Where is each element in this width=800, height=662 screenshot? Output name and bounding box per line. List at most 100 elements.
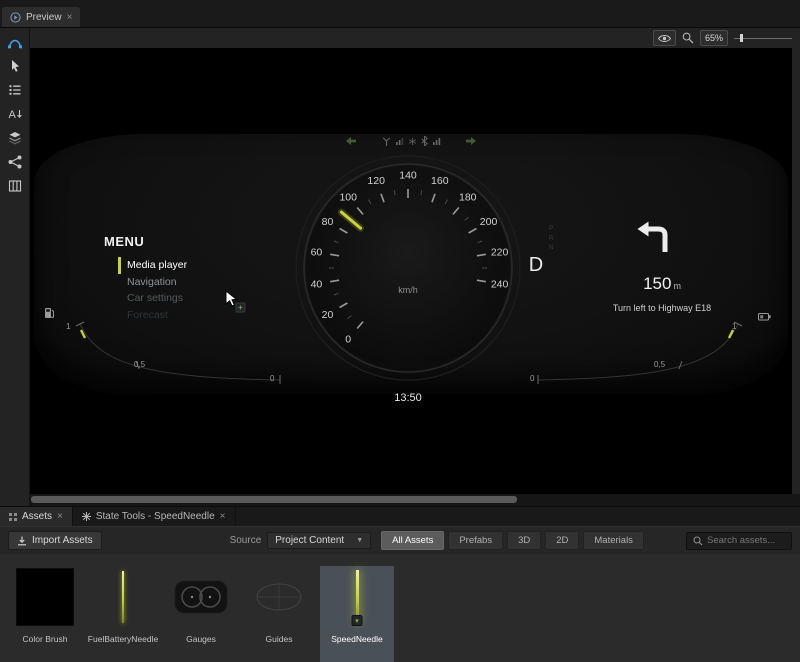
color-brush-thumbnail <box>16 568 74 626</box>
menu-item-media-player[interactable]: Media player <box>118 257 187 274</box>
nav-instruction: Turn left to Highway E18 <box>586 303 738 313</box>
antenna-icon <box>382 137 391 146</box>
search-icon <box>693 536 703 546</box>
turn-left-indicator-icon <box>346 137 356 145</box>
visibility-toggle-button[interactable] <box>653 30 676 46</box>
filter-all-assets-button[interactable]: All Assets <box>381 531 444 550</box>
nav-distance: 150m <box>598 274 726 294</box>
svg-text:60: 60 <box>311 246 323 258</box>
columns-tool-button[interactable] <box>3 175 27 196</box>
import-assets-button[interactable]: Import Assets <box>8 531 102 550</box>
svg-text:A: A <box>8 109 16 121</box>
import-assets-label: Import Assets <box>32 535 93 546</box>
cluster-clock: 13:50 <box>368 392 448 404</box>
gear-options: P R N <box>549 225 553 254</box>
asset-fuelbatteryneedle[interactable]: FuelBatteryNeedle <box>86 566 160 662</box>
bottom-panel-tabs: Assets × State Tools - SpeedNeedle × <box>0 506 800 526</box>
columns-tool-icon <box>7 178 23 194</box>
preview-tab-close-icon[interactable]: × <box>67 12 73 23</box>
filter-materials-button[interactable]: Materials <box>583 531 644 550</box>
cluster-status-row <box>346 136 476 146</box>
zoom-magnifier-icon <box>682 32 694 44</box>
tab-assets[interactable]: Assets × <box>0 507 73 526</box>
fuel-scale-label: 0 <box>270 374 274 383</box>
fuel-scale-label: 0,5 <box>134 360 145 369</box>
horizontal-scrollbar[interactable] <box>30 494 800 506</box>
menu-item-car-settings[interactable]: Car settings <box>118 290 187 307</box>
mouse-cursor: + <box>224 290 248 319</box>
battery-scale-label: 0 <box>530 374 534 383</box>
text-order-tool-icon: A <box>7 106 23 122</box>
bluetooth-icon <box>421 136 428 146</box>
layers-tool-button[interactable] <box>3 127 27 148</box>
assets-tab-label: Assets <box>22 511 52 522</box>
zoom-slider-handle[interactable] <box>740 34 743 42</box>
asset-speedneedle[interactable]: ▾ SpeedNeedle <box>320 566 394 662</box>
state-tools-tab-close-icon[interactable]: × <box>220 511 226 522</box>
state-tools-tab-icon <box>82 512 91 521</box>
bezier-tool-icon <box>7 34 23 50</box>
menu-item-forecast[interactable]: Forecast <box>118 307 187 324</box>
nav-distance-unit: m <box>673 281 681 291</box>
assets-toolbar: Import Assets Source Project Content ▼ A… <box>0 526 800 554</box>
fuel-scale-label: 1 <box>66 322 70 331</box>
search-input[interactable] <box>707 535 785 546</box>
search-box[interactable] <box>686 532 792 550</box>
signal-bars-small-icon <box>396 137 404 145</box>
zoom-slider[interactable] <box>734 32 792 44</box>
menu-title: MENU <box>104 234 187 249</box>
zoom-level-value[interactable]: 65% <box>700 30 728 46</box>
turn-right-indicator-icon <box>466 137 476 145</box>
asset-label: FuelBatteryNeedle <box>88 634 158 644</box>
preview-canvas[interactable]: 020406080100120140160180200220240 <box>30 48 792 494</box>
preview-tab-icon <box>10 12 21 23</box>
asset-color-brush[interactable]: Color Brush <box>8 566 82 662</box>
canvas-toolbar: 65% <box>30 28 800 48</box>
svg-text:200: 200 <box>480 216 498 228</box>
state-tools-tab-label: State Tools - SpeedNeedle <box>96 511 215 522</box>
signal-bars-icon <box>433 137 441 145</box>
gauges-thumbnail <box>172 568 230 626</box>
assets-tab-icon <box>9 513 17 521</box>
cluster-menu: MENU Media player Navigation Car setting… <box>104 234 187 323</box>
preview-tab[interactable]: Preview × <box>2 7 80 27</box>
asset-label: SpeedNeedle <box>331 634 383 644</box>
tab-state-tools-speedneedle[interactable]: State Tools - SpeedNeedle × <box>73 507 236 526</box>
eye-icon <box>658 34 671 43</box>
horizontal-scrollbar-thumb[interactable] <box>31 496 517 503</box>
menu-item-navigation[interactable]: Navigation <box>118 274 187 291</box>
chevron-down-icon: ▼ <box>356 537 363 544</box>
filter-2d-button[interactable]: 2D <box>545 531 579 550</box>
bezier-tool-button[interactable] <box>3 31 27 52</box>
connections-tool-icon <box>7 154 23 170</box>
source-dropdown[interactable]: Project Content ▼ <box>267 532 371 549</box>
import-icon <box>17 536 27 546</box>
asterisk-icon <box>409 138 416 145</box>
layers-tool-icon <box>7 130 23 146</box>
nav-distance-value: 150 <box>643 274 671 293</box>
asset-label: Color Brush <box>23 634 68 644</box>
list-tool-button[interactable] <box>3 79 27 100</box>
connections-tool-button[interactable] <box>3 151 27 172</box>
preview-tab-label: Preview <box>26 12 62 23</box>
text-order-tool-button[interactable]: A <box>3 103 27 124</box>
svg-text:0: 0 <box>345 334 351 346</box>
svg-text:80: 80 <box>322 216 334 228</box>
speedneedle-thumbnail: ▾ <box>328 568 386 626</box>
battery-scale-label: 1 <box>732 322 736 331</box>
guides-thumbnail <box>250 568 308 626</box>
fuel-needle <box>81 330 85 338</box>
gear-indicator: D <box>524 254 548 277</box>
assets-tab-close-icon[interactable]: × <box>57 511 63 522</box>
filter-3d-button[interactable]: 3D <box>507 531 541 550</box>
svg-text:140: 140 <box>399 170 417 182</box>
speedneedle-base-icon: ▾ <box>352 615 363 626</box>
asset-gauges[interactable]: Gauges <box>164 566 238 662</box>
svg-text:20: 20 <box>322 309 334 321</box>
svg-text:220: 220 <box>491 246 509 258</box>
svg-text:160: 160 <box>431 175 449 187</box>
filter-prefabs-button[interactable]: Prefabs <box>448 531 503 550</box>
select-tool-button[interactable] <box>3 55 27 76</box>
canvas-right-gutter <box>792 48 800 494</box>
asset-guides[interactable]: Guides <box>242 566 316 662</box>
